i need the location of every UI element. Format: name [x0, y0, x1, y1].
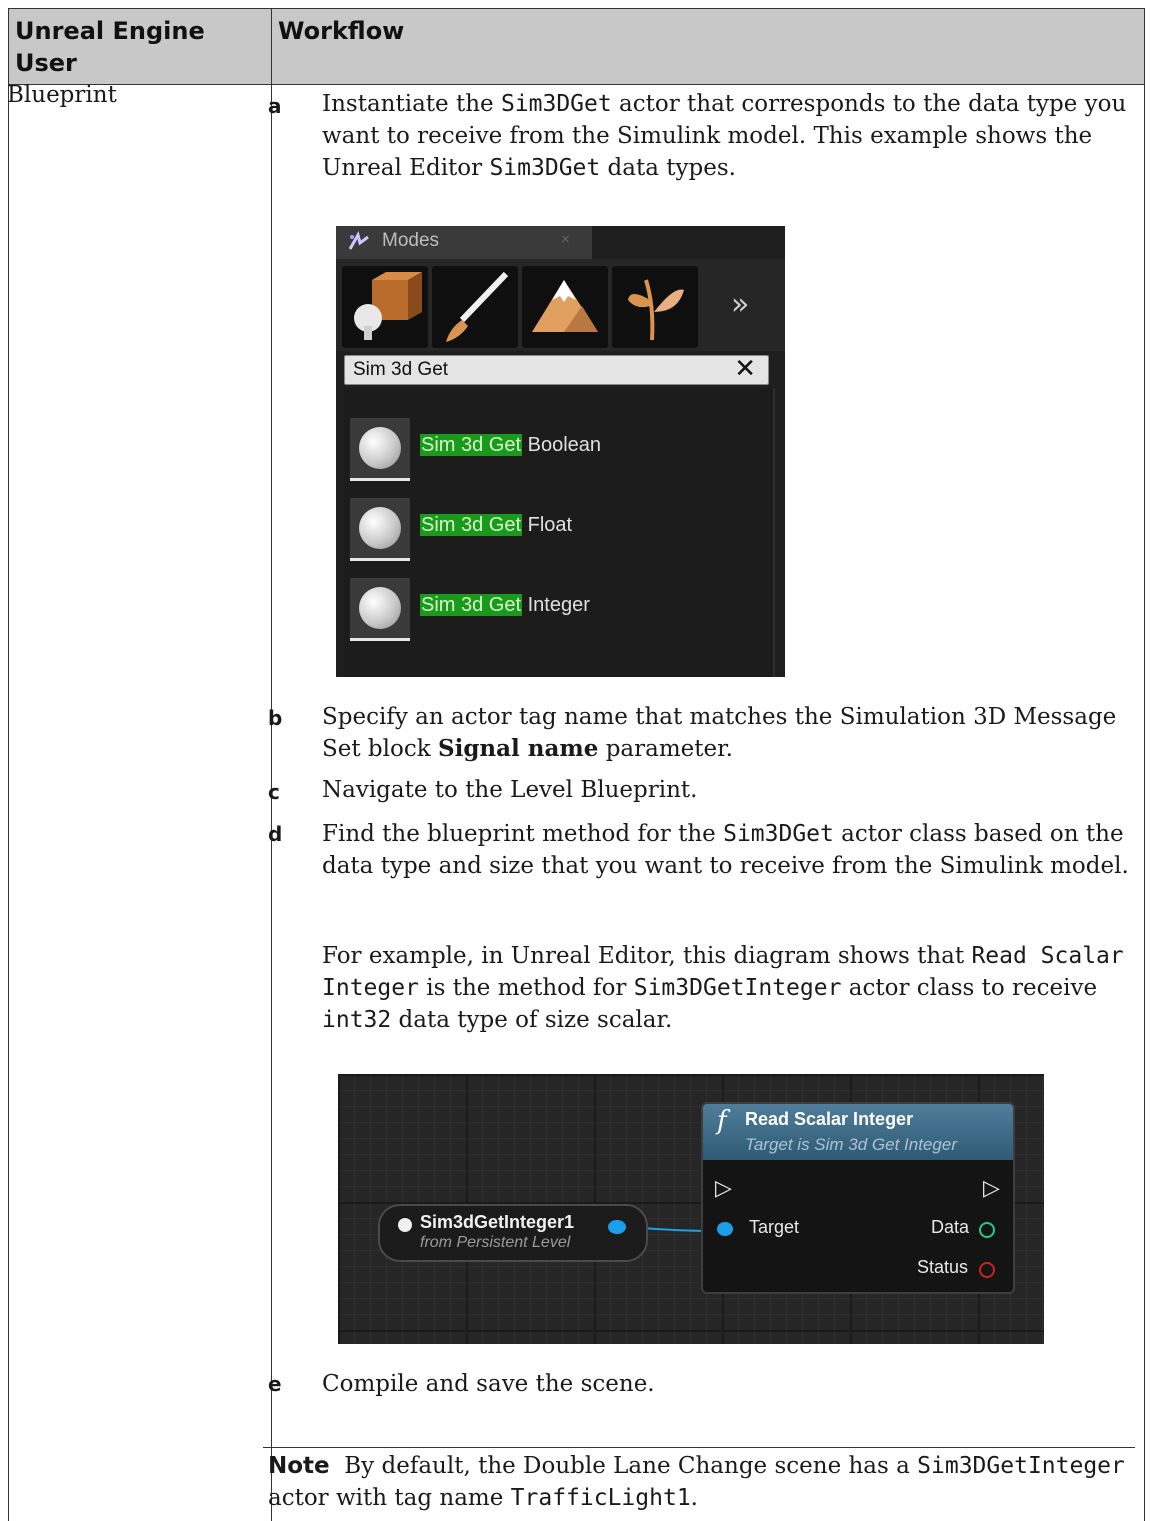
- mountain-icon: [532, 280, 598, 332]
- clear-search-icon[interactable]: ✕: [734, 354, 756, 384]
- exec-out-pin-icon[interactable]: ▷: [983, 1176, 1000, 1201]
- note-divider: [263, 1447, 1135, 1448]
- function-node-subtitle: Target is Sim 3d Get Integer: [745, 1135, 957, 1154]
- paint-mode-button[interactable]: [432, 266, 518, 348]
- table-header: Unreal Engine User Workflow: [9, 9, 1144, 85]
- actor-thumbnail: [350, 578, 410, 641]
- variable-node[interactable]: Sim3dGetInteger1 from Persistent Level: [378, 1204, 648, 1262]
- list-item-label: Sim 3d Get Integer: [420, 594, 590, 616]
- note: Note By default, the Double Lane Change …: [268, 1453, 1125, 1511]
- step-letter-e: e: [268, 1372, 282, 1396]
- actor-list: Sim 3d Get Boolean Sim 3d Get Float Sim …: [344, 388, 775, 677]
- list-item-label: Sim 3d Get Boolean: [420, 434, 602, 456]
- step-text-e: Compile and save the scene.: [322, 1371, 655, 1397]
- modes-tab[interactable]: Modes ×: [336, 226, 592, 259]
- search-input[interactable]: Sim 3d Get ✕: [344, 354, 769, 385]
- list-item[interactable]: Sim 3d Get Float: [350, 498, 770, 562]
- header-user: Unreal Engine User: [15, 17, 205, 77]
- actor-thumbnail: [350, 418, 410, 481]
- data-pin-label: Data: [931, 1217, 970, 1237]
- step-letter-a: a: [268, 94, 282, 118]
- blueprint-graph-screenshot: Sim3dGetInteger1 from Persistent Level f…: [330, 1066, 1050, 1350]
- status-pin-label: Status: [917, 1257, 969, 1277]
- variable-node-sub: from Persistent Level: [420, 1234, 571, 1251]
- blueprint-canvas: Sim3dGetInteger1 from Persistent Level f…: [338, 1074, 1044, 1344]
- status-pin-icon[interactable]: [979, 1262, 995, 1278]
- user-type-cell: Blueprint: [7, 82, 117, 108]
- data-pin-icon[interactable]: [979, 1222, 995, 1238]
- step-letter-b: b: [268, 706, 283, 730]
- step-letter-d: d: [268, 822, 283, 846]
- header-workflow: Workflow: [278, 17, 405, 45]
- list-item[interactable]: Sim 3d Get Integer: [350, 578, 770, 642]
- function-node[interactable]: f Read Scalar Integer Target is Sim 3d G…: [701, 1102, 1015, 1294]
- foliage-mode-button[interactable]: [612, 266, 698, 348]
- leaf-icon: [628, 279, 684, 341]
- step-letter-c: c: [268, 780, 280, 804]
- step-text-d: Find the blueprint method for the Sim3DG…: [322, 821, 1129, 879]
- actor-thumbnail: [350, 498, 410, 561]
- step-text-a: Instantiate the Sim3DGet actor that corr…: [322, 91, 1127, 181]
- function-node-header: f Read Scalar Integer Target is Sim 3d G…: [703, 1104, 1013, 1160]
- variable-node-name: Sim3dGetInteger1: [420, 1212, 575, 1232]
- place-mode-icon: [354, 272, 422, 340]
- paint-brush-icon: [446, 271, 509, 342]
- step-d-example: For example, in Unreal Editor, this diag…: [322, 943, 1124, 1033]
- step-text-c: Navigate to the Level Blueprint.: [322, 777, 698, 803]
- target-pin-label: Target: [749, 1217, 800, 1237]
- step-text-b: Specify an actor tag name that matches t…: [322, 704, 1117, 762]
- modes-panel-screenshot: Modes × » Sim 3d Get ✕ Sim 3d Get Boolea…: [330, 212, 791, 683]
- sphere-icon: [359, 427, 401, 469]
- function-icon: f: [717, 1106, 727, 1136]
- list-item-label: Sim 3d Get Float: [420, 514, 573, 536]
- modes-tab-title: Modes: [382, 230, 440, 251]
- modes-panel: Modes × » Sim 3d Get ✕ Sim 3d Get Boolea…: [336, 226, 785, 677]
- place-mode-button[interactable]: [342, 266, 428, 348]
- more-modes-icon[interactable]: »: [731, 287, 749, 322]
- sphere-icon: [359, 587, 401, 629]
- exec-in-pin-icon[interactable]: ▷: [715, 1176, 732, 1201]
- search-value: Sim 3d Get: [353, 359, 449, 380]
- mode-toolbar: »: [336, 259, 785, 351]
- modes-icon: [348, 231, 369, 250]
- column-divider: [271, 9, 272, 1521]
- landscape-mode-button[interactable]: [522, 266, 608, 348]
- list-item[interactable]: Sim 3d Get Boolean: [350, 418, 770, 482]
- close-icon[interactable]: ×: [561, 231, 570, 248]
- target-pin-icon[interactable]: [717, 1222, 733, 1236]
- variable-dot-icon: [398, 1218, 412, 1232]
- function-node-title: Read Scalar Integer: [745, 1109, 914, 1129]
- sphere-icon: [359, 507, 401, 549]
- output-pin-icon[interactable]: [608, 1220, 626, 1234]
